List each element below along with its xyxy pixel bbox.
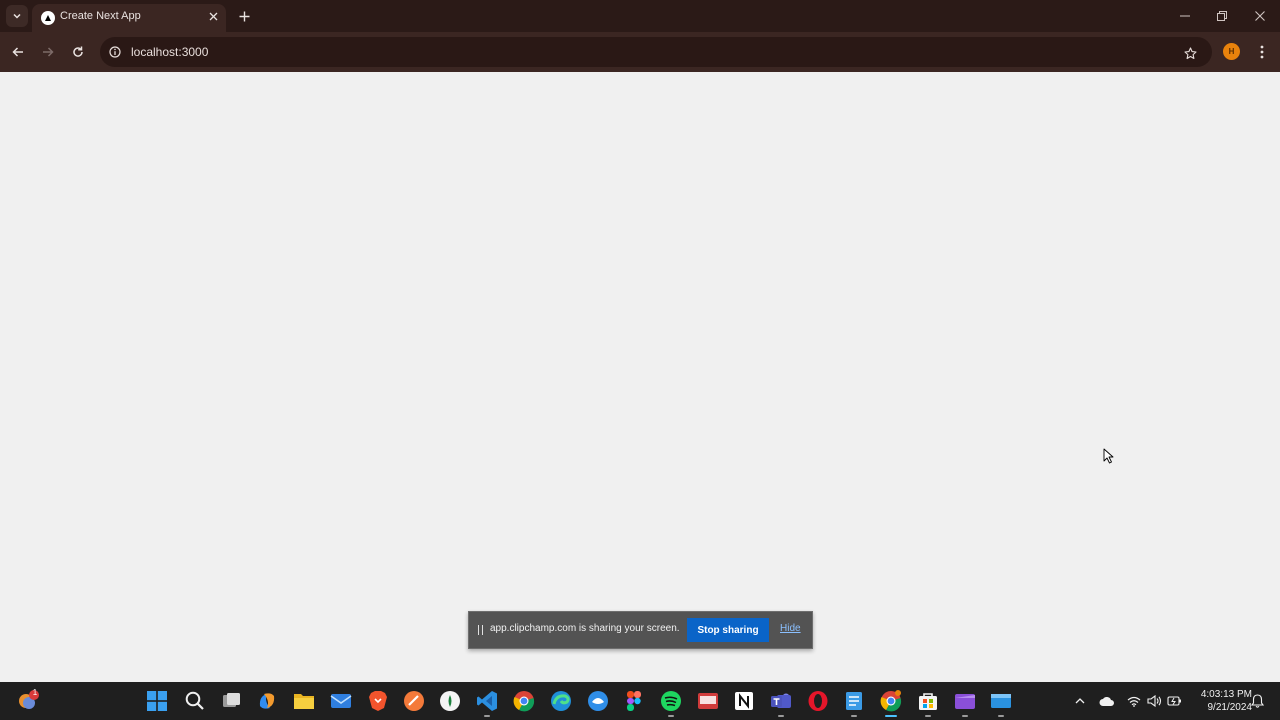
site-info-icon[interactable]	[107, 44, 123, 60]
running-indicator	[668, 715, 674, 717]
mail-icon[interactable]	[329, 689, 353, 713]
reload-icon	[73, 46, 83, 57]
running-indicator	[925, 715, 931, 717]
weather-badge: 1	[32, 688, 38, 697]
page-viewport	[0, 72, 1280, 682]
app-round-icon[interactable]	[438, 689, 462, 713]
stop-sharing-button[interactable]: Stop sharing	[687, 618, 769, 642]
address-bar[interactable]: localhost:3000	[100, 37, 1212, 67]
figma-icon[interactable]	[622, 689, 646, 713]
tab-search-button[interactable]	[6, 5, 28, 27]
bookmark-star-icon[interactable]	[1180, 43, 1200, 63]
running-indicator	[998, 715, 1004, 717]
active-indicator	[885, 715, 897, 717]
chrome-active-icon[interactable]	[879, 689, 903, 717]
brave-icon[interactable]	[366, 689, 390, 713]
notepad-icon[interactable]	[842, 689, 866, 717]
running-indicator	[851, 715, 857, 717]
task-view-button[interactable]	[220, 689, 244, 713]
minimize-icon	[1180, 15, 1190, 17]
windows-taskbar: 1 4:03:13 PM 9/21/2024	[0, 682, 1280, 720]
restore-button[interactable]	[1212, 6, 1232, 26]
running-indicator	[778, 715, 784, 717]
weather-widget-icon[interactable]: 1	[16, 688, 40, 713]
tab-active[interactable]: Create Next App	[32, 4, 226, 32]
url-text: localhost:3000	[131, 45, 209, 59]
running-indicator	[484, 715, 490, 717]
edge-icon[interactable]	[549, 689, 573, 713]
chevron-down-icon	[13, 13, 21, 19]
arrow-left-icon	[12, 47, 23, 57]
running-indicator	[962, 715, 968, 717]
wifi-icon[interactable]	[1126, 693, 1142, 709]
close-icon	[1255, 11, 1265, 21]
store-icon[interactable]	[916, 689, 940, 717]
notifications-bell-icon[interactable]	[1249, 693, 1265, 709]
tab-close-icon[interactable]	[206, 9, 220, 23]
show-hidden-icons-chevron-up-icon[interactable]	[1072, 693, 1088, 709]
chrome-icon[interactable]	[512, 689, 536, 713]
drag-handle-icon[interactable]	[478, 625, 483, 635]
hide-link[interactable]: Hide	[780, 623, 801, 634]
clock-time: 4:03:13 PM	[1200, 689, 1252, 700]
screen-share-bar: app.clipchamp.com is sharing your screen…	[468, 611, 813, 649]
start-button[interactable]	[145, 689, 169, 713]
tab-title: Create Next App	[60, 10, 141, 22]
battery-icon[interactable]	[1166, 693, 1182, 709]
reload-button[interactable]	[68, 42, 88, 62]
search-button[interactable]	[183, 689, 207, 713]
system-clock[interactable]: 4:03:13 PM 9/21/2024	[1188, 688, 1252, 714]
mouse-cursor-icon	[1103, 448, 1114, 464]
clock-date: 9/21/2024	[1207, 702, 1253, 713]
plus-icon	[239, 11, 249, 21]
back-button[interactable]	[8, 42, 28, 62]
notion-icon[interactable]	[732, 689, 756, 713]
opera-icon[interactable]	[806, 689, 830, 713]
spotify-icon[interactable]	[659, 689, 683, 717]
clipchamp-icon[interactable]	[953, 689, 977, 717]
browser-toolbar: localhost:3000	[0, 32, 1280, 72]
close-window-button[interactable]	[1250, 6, 1270, 26]
nextjs-favicon-icon	[41, 11, 55, 25]
minimize-button[interactable]	[1175, 6, 1195, 26]
restore-icon	[1217, 11, 1227, 21]
profile-avatar[interactable]: H	[1223, 43, 1240, 60]
arrow-right-icon	[43, 47, 54, 57]
app-blue-icon[interactable]	[586, 689, 610, 713]
postman-icon[interactable]	[402, 689, 426, 713]
windows-logo-icon	[147, 691, 167, 711]
share-message: app.clipchamp.com is sharing your screen…	[490, 623, 680, 634]
file-explorer-icon[interactable]	[292, 689, 316, 713]
copilot-icon[interactable]	[255, 689, 279, 713]
onedrive-cloud-icon[interactable]	[1099, 693, 1115, 709]
forward-button[interactable]	[38, 42, 58, 62]
vscode-icon[interactable]	[475, 689, 499, 717]
app-window-icon[interactable]	[989, 689, 1013, 717]
app-red-icon[interactable]	[696, 689, 720, 713]
browser-menu-button[interactable]	[1252, 42, 1272, 62]
new-tab-button[interactable]	[235, 7, 253, 25]
search-icon	[185, 691, 204, 710]
more-vertical-icon	[1260, 45, 1264, 59]
teams-icon[interactable]	[769, 689, 793, 717]
task-view-icon	[223, 693, 240, 707]
browser-tabstrip: Create Next App	[0, 0, 1280, 32]
volume-icon[interactable]	[1146, 693, 1162, 709]
